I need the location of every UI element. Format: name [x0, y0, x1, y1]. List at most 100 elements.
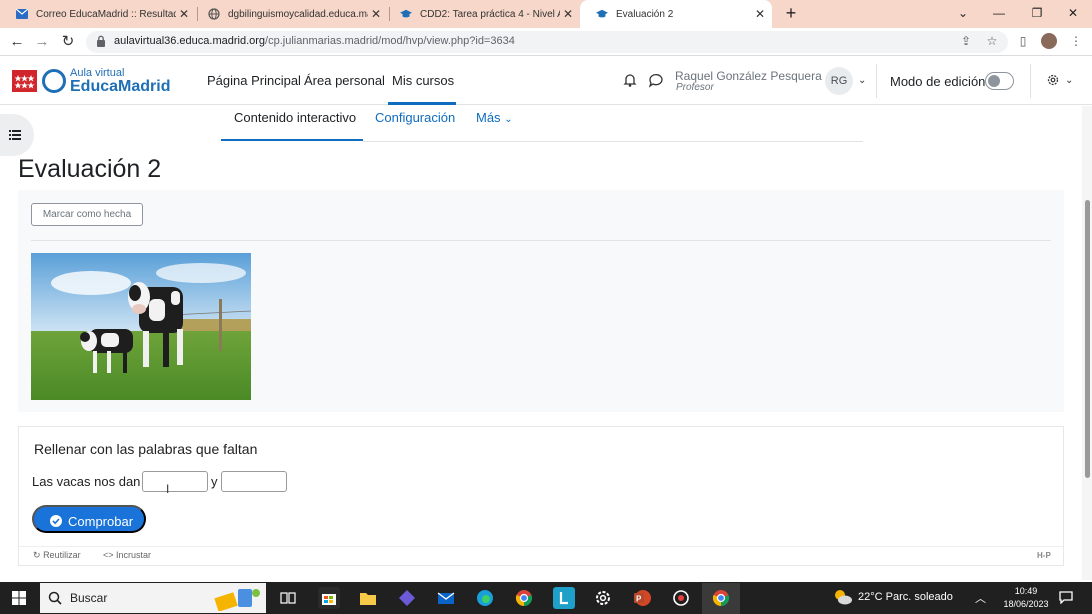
- clock[interactable]: 10:49 18/06/2023: [1000, 585, 1052, 611]
- mortarboard-icon: [596, 8, 608, 20]
- svg-text:P: P: [636, 595, 642, 604]
- divider: [1030, 64, 1031, 98]
- restore-button[interactable]: ❐: [1018, 0, 1056, 28]
- chrome-profile-icon[interactable]: [710, 587, 732, 609]
- notification-icon[interactable]: [1059, 591, 1073, 604]
- reuse-link[interactable]: ↻ Reutilizar: [33, 550, 81, 561]
- powerpoint-icon[interactable]: P: [631, 587, 653, 609]
- url-host: aulavirtual36.educa.madrid.org: [114, 35, 266, 47]
- text-cursor-icon: I: [166, 482, 170, 496]
- search-label: Buscar: [70, 591, 108, 605]
- browser-tab-dgbilinguismo[interactable]: dgbilinguismoycalidad.educa.ma ✕: [192, 0, 388, 28]
- user-name: Raquel González Pesquera: [675, 69, 822, 83]
- chat-bubble-icon[interactable]: [648, 72, 664, 88]
- user-role: Profesor: [676, 82, 714, 93]
- h5p-logo[interactable]: H-P: [1037, 551, 1051, 560]
- tray-chevron-up-icon[interactable]: ︿: [975, 590, 986, 606]
- search-icon: [48, 591, 62, 605]
- mark-as-done-button[interactable]: Marcar como hecha: [31, 203, 143, 226]
- close-icon[interactable]: ✕: [560, 7, 576, 21]
- blank-input-1[interactable]: [142, 471, 208, 492]
- tab-title: Evaluación 2: [616, 8, 674, 20]
- divider: [19, 546, 1063, 547]
- sentence-start: Las vacas nos dan: [32, 474, 141, 489]
- secondary-nav-active-indicator: [221, 139, 363, 141]
- divider: [876, 64, 877, 98]
- close-icon[interactable]: ✕: [368, 7, 384, 21]
- globe-icon: [208, 8, 220, 20]
- windows-start-icon[interactable]: [12, 591, 26, 605]
- star-icon[interactable]: ☆: [984, 33, 1000, 49]
- embed-link[interactable]: <> Incrustar: [103, 550, 151, 560]
- chevron-down-icon: ⌄: [504, 114, 513, 125]
- clock-date: 18/06/2023: [1003, 599, 1049, 609]
- weather-text[interactable]: 22°C Parc. soleado: [858, 591, 953, 603]
- tab-title: Correo EducaMadrid :: Resultado: [36, 8, 176, 20]
- browser-tab-evaluacion[interactable]: Evaluación 2 ✕: [580, 0, 772, 28]
- browser-tab-mail[interactable]: Correo EducaMadrid :: Resultado ✕: [0, 0, 196, 28]
- tab-title: dgbilinguismoycalidad.educa.ma: [228, 8, 368, 20]
- tab-configuracion[interactable]: Configuración: [375, 110, 455, 125]
- settings-gear-icon[interactable]: [592, 587, 614, 609]
- tab-contenido-interactivo[interactable]: Contenido interactivo: [234, 110, 356, 125]
- secondary-nav-border: [363, 141, 863, 142]
- check-button-label: Comprobar: [68, 514, 134, 529]
- lexibook-app-icon[interactable]: [553, 587, 575, 609]
- close-icon[interactable]: ✕: [176, 7, 192, 21]
- url-text[interactable]: aulavirtual36.educa.madrid.org/cp.julian…: [114, 35, 515, 47]
- comunidad-madrid-logo[interactable]: [12, 70, 37, 92]
- gear-icon[interactable]: [1046, 73, 1060, 87]
- edge-icon[interactable]: [474, 587, 496, 609]
- search-highlight-illustration: [210, 585, 264, 612]
- bell-icon[interactable]: [622, 72, 638, 88]
- menu-kebab-icon[interactable]: ⋮: [1068, 33, 1084, 49]
- file-explorer-icon[interactable]: [357, 587, 379, 609]
- nav-mis-cursos[interactable]: Mis cursos: [392, 73, 454, 88]
- share-icon[interactable]: ⇪: [958, 33, 974, 49]
- blank-input-2[interactable]: [221, 471, 287, 492]
- edit-mode-toggle[interactable]: [985, 72, 1014, 90]
- tab-search-chevron-icon[interactable]: ⌄: [944, 0, 982, 28]
- task-view-icon[interactable]: [277, 587, 299, 609]
- lock-icon: [97, 35, 105, 47]
- edit-mode-label: Modo de edición: [890, 74, 986, 89]
- url-path: /cp.julianmarias.madrid/mod/hvp/view.php…: [265, 35, 515, 47]
- minimize-button[interactable]: —: [980, 0, 1018, 28]
- scrollbar-thumb[interactable]: [1085, 200, 1090, 478]
- screen-recorder-icon[interactable]: [670, 587, 692, 609]
- sentence-connector: y: [211, 474, 218, 489]
- sidebar-icon[interactable]: ▯: [1015, 33, 1031, 49]
- chevron-down-icon[interactable]: ⌄: [1065, 75, 1073, 86]
- educamadrid-logo-icon[interactable]: [42, 69, 66, 93]
- embed-label: Incrustar: [116, 550, 152, 560]
- reload-button[interactable]: ↻: [58, 32, 78, 52]
- tab-title: CDD2: Tarea práctica 4 - Nivel A2: [420, 8, 560, 20]
- weather-cloud-icon: [835, 590, 852, 605]
- page-title: Evaluación 2: [18, 155, 162, 183]
- divider: [31, 240, 1051, 241]
- close-icon[interactable]: ✕: [752, 7, 768, 21]
- reuse-icon: ↻: [33, 550, 41, 560]
- nav-pagina-principal[interactable]: Página Principal: [207, 73, 301, 88]
- forward-button[interactable]: →: [32, 32, 52, 52]
- chrome-icon[interactable]: [513, 587, 535, 609]
- logo-title[interactable]: EducaMadrid: [70, 78, 170, 96]
- chevron-down-icon[interactable]: ⌄: [858, 75, 866, 86]
- browser-tab-cdd2[interactable]: CDD2: Tarea práctica 4 - Nivel A2 ✕: [384, 0, 580, 28]
- reuse-label: Reutilizar: [43, 550, 81, 560]
- window-close-button[interactable]: ✕: [1054, 0, 1092, 28]
- mail-app-icon[interactable]: [435, 587, 457, 609]
- new-tab-button[interactable]: +: [781, 4, 801, 24]
- back-button[interactable]: ←: [7, 32, 27, 52]
- nav-area-personal[interactable]: Área personal: [304, 73, 385, 88]
- tab-mas-label: Más: [476, 110, 501, 125]
- avatar[interactable]: RG: [825, 67, 853, 95]
- toggle-knob: [988, 75, 1000, 87]
- check-button[interactable]: Comprobar: [32, 505, 146, 533]
- microsoft-store-icon[interactable]: [318, 587, 340, 609]
- list-icon[interactable]: [9, 129, 21, 141]
- profile-avatar[interactable]: [1041, 33, 1057, 49]
- task-title: Rellenar con las palabras que faltan: [34, 441, 258, 457]
- vpn-app-icon[interactable]: [396, 587, 418, 609]
- tab-mas[interactable]: Más ⌄: [476, 110, 513, 125]
